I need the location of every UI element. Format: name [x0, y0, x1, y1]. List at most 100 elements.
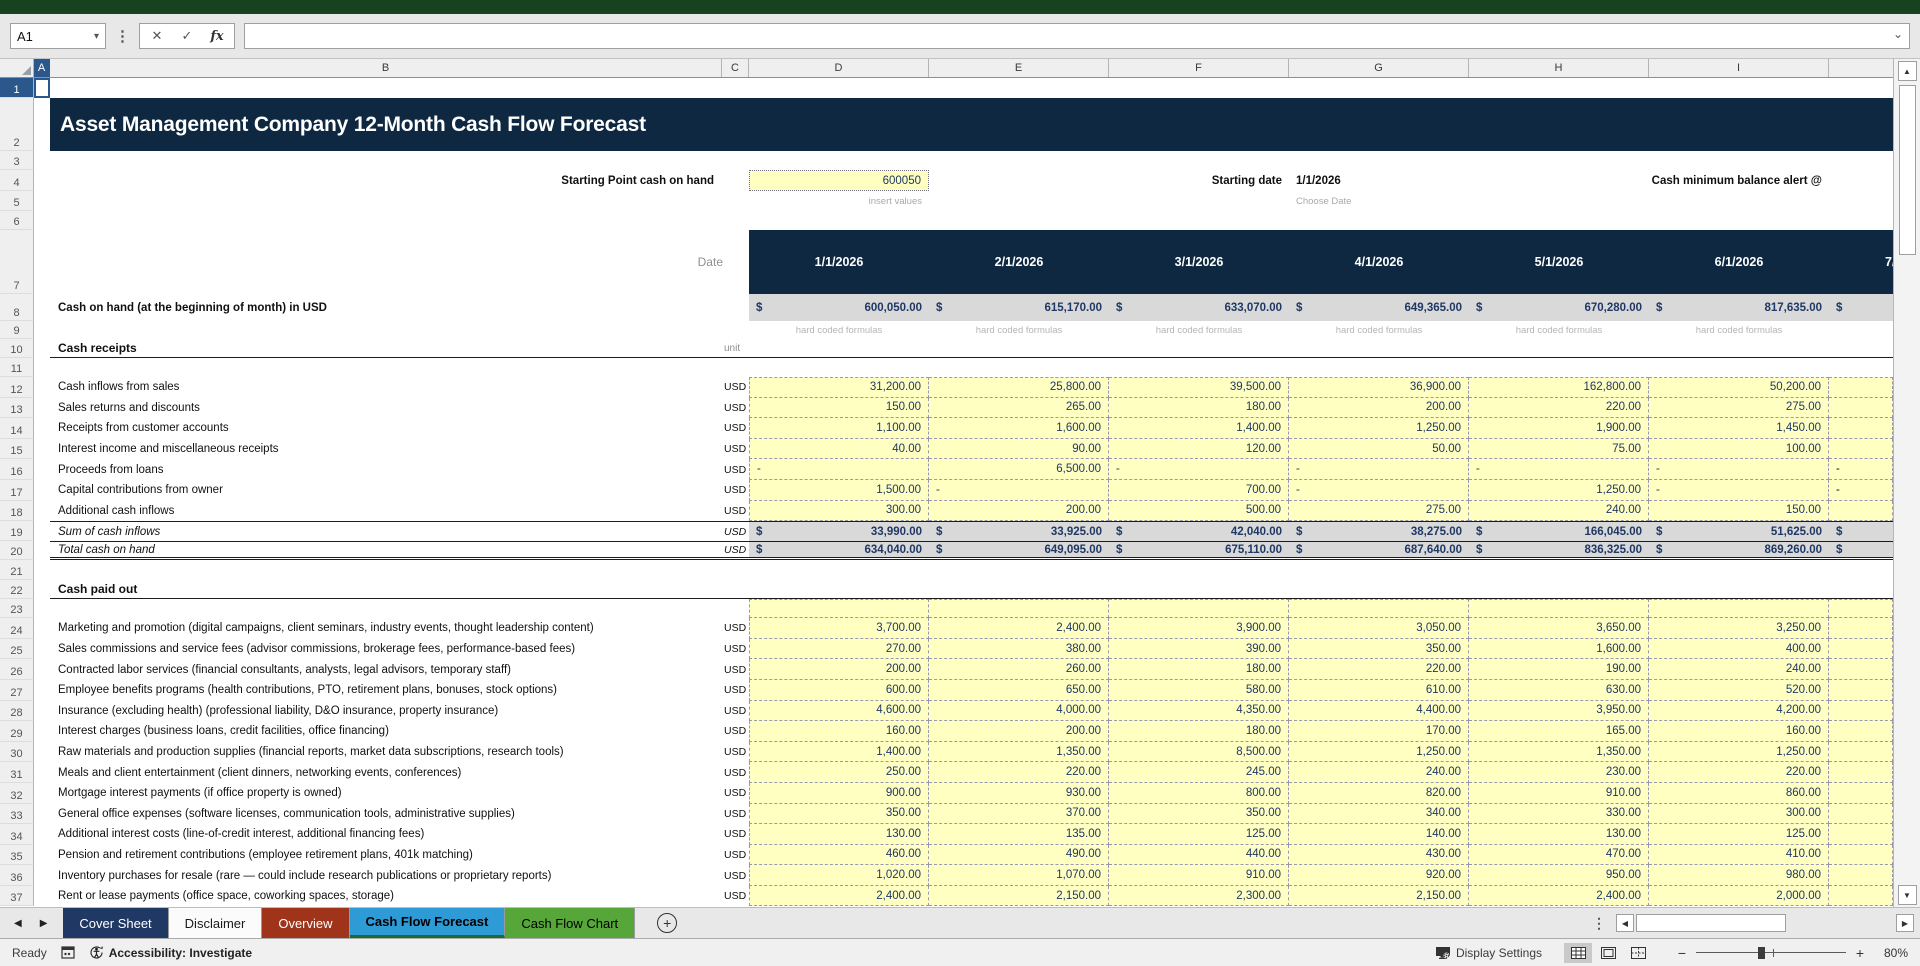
cell-I9[interactable]: hard coded formulas — [1649, 321, 1829, 339]
cell-I12[interactable]: 50,200.00 — [1649, 377, 1829, 398]
cell-J35[interactable] — [1829, 845, 1893, 866]
cell-I17[interactable]: - — [1649, 480, 1829, 501]
cell-C32[interactable]: USD — [722, 783, 749, 804]
row-header-18[interactable]: 18 — [0, 501, 34, 522]
cell-I24[interactable]: 3,250.00 — [1649, 618, 1829, 639]
cell-C30[interactable]: USD — [722, 742, 749, 763]
cell-I18[interactable]: 150.00 — [1649, 501, 1829, 522]
cell-G18[interactable]: 275.00 — [1289, 501, 1469, 522]
cell-B18[interactable]: Additional cash inflows — [50, 501, 722, 522]
cell-A31[interactable] — [34, 762, 50, 783]
cell-J34[interactable] — [1829, 824, 1893, 845]
cell-G36[interactable]: 920.00 — [1289, 865, 1469, 886]
cell-A12[interactable] — [34, 377, 50, 398]
row-header-17[interactable]: 17 — [0, 480, 34, 501]
cell-C18[interactable]: USD — [722, 501, 749, 522]
cell-D14[interactable]: 1,100.00 — [749, 418, 929, 439]
row-header-4[interactable]: 4 — [0, 170, 34, 191]
scroll-down-icon[interactable]: ▼ — [1898, 885, 1917, 905]
vertical-scrollbar[interactable]: ▲ ▼ — [1893, 59, 1920, 907]
cell-E32[interactable]: 930.00 — [929, 783, 1109, 804]
cell-F30[interactable]: 8,500.00 — [1109, 742, 1289, 763]
cell-I7-date[interactable]: 6/1/2026 — [1649, 230, 1829, 294]
cell-C23[interactable] — [722, 599, 749, 618]
tab-overview[interactable]: Overview — [262, 908, 349, 938]
row-header-29[interactable]: 29 — [0, 721, 34, 742]
cell-H12[interactable]: 162,800.00 — [1469, 377, 1649, 398]
cell-E31[interactable]: 220.00 — [929, 762, 1109, 783]
cell-G23[interactable] — [1289, 599, 1469, 618]
cell-E26[interactable]: 260.00 — [929, 659, 1109, 680]
cell-E30[interactable]: 1,350.00 — [929, 742, 1109, 763]
cell-A37[interactable] — [34, 886, 50, 907]
cell-H29[interactable]: 165.00 — [1469, 721, 1649, 742]
cell-G29[interactable]: 170.00 — [1289, 721, 1469, 742]
cell-J23[interactable] — [1829, 599, 1893, 618]
cell-D25[interactable]: 270.00 — [749, 639, 929, 660]
cell-I13[interactable]: 275.00 — [1649, 398, 1829, 419]
cell-F8[interactable]: $633,070.00 — [1109, 294, 1289, 321]
cell-F17[interactable]: 700.00 — [1109, 480, 1289, 501]
cell-A3[interactable] — [34, 151, 50, 170]
cell-I33[interactable]: 300.00 — [1649, 804, 1829, 825]
cell-E17[interactable]: - — [929, 480, 1109, 501]
cell-C12[interactable]: USD — [722, 377, 749, 398]
cell-B34[interactable]: Additional interest costs (line-of-credi… — [50, 824, 722, 845]
cell-E18[interactable]: 200.00 — [929, 501, 1109, 522]
row-header-6[interactable]: 6 — [0, 211, 34, 230]
cell-E23[interactable] — [929, 599, 1109, 618]
cell-C22[interactable] — [722, 580, 749, 598]
cell-G4-starting-date[interactable]: 1/1/2026 — [1289, 170, 1469, 191]
cell-E34[interactable]: 135.00 — [929, 824, 1109, 845]
cell-C19[interactable]: USD — [722, 522, 749, 541]
cell-A11[interactable] — [34, 358, 50, 377]
cell-D8[interactable]: $600,050.00 — [749, 294, 929, 321]
cell-D19[interactable]: $33,990.00 — [749, 522, 929, 541]
cell-D30[interactable]: 1,400.00 — [749, 742, 929, 763]
cell-B28[interactable]: Insurance (excluding health) (profession… — [50, 701, 722, 722]
cell-A28[interactable] — [34, 701, 50, 722]
cell-B9[interactable] — [50, 321, 722, 339]
cell-H15[interactable]: 75.00 — [1469, 439, 1649, 460]
cell-A36[interactable] — [34, 865, 50, 886]
cell-G7-date[interactable]: 4/1/2026 — [1289, 230, 1469, 294]
column-header-G[interactable]: G — [1289, 59, 1469, 77]
cell-H34[interactable]: 130.00 — [1469, 824, 1649, 845]
cell-A25[interactable] — [34, 639, 50, 660]
cell-D5[interactable]: insert values — [749, 191, 929, 211]
cell-B37[interactable]: Rent or lease payments (office space, co… — [50, 886, 722, 907]
cell-G33[interactable]: 340.00 — [1289, 804, 1469, 825]
cell-B33[interactable]: General office expenses (software licens… — [50, 804, 722, 825]
cell-B15[interactable]: Interest income and miscellaneous receip… — [50, 439, 722, 460]
cell-H30[interactable]: 1,350.00 — [1469, 742, 1649, 763]
cell-G8[interactable]: $649,365.00 — [1289, 294, 1469, 321]
new-sheet-button[interactable]: + — [657, 908, 677, 938]
column-header-E[interactable]: E — [929, 59, 1109, 77]
next-sheet-icon[interactable]: ▶ — [40, 918, 48, 929]
cell-B35[interactable]: Pension and retirement contributions (em… — [50, 845, 722, 866]
cell-A23[interactable] — [34, 599, 50, 618]
cell-C35[interactable]: USD — [722, 845, 749, 866]
cell-D26[interactable]: 200.00 — [749, 659, 929, 680]
cell-G13[interactable]: 200.00 — [1289, 398, 1469, 419]
cell-G30[interactable]: 1,250.00 — [1289, 742, 1469, 763]
cell-D23[interactable] — [749, 599, 929, 618]
cell-A1[interactable] — [34, 78, 50, 98]
previous-sheet-icon[interactable]: ◀ — [14, 918, 22, 929]
cell-D9[interactable]: hard coded formulas — [749, 321, 929, 339]
cell-A15[interactable] — [34, 439, 50, 460]
formula-input[interactable]: ⌄ — [244, 23, 1910, 49]
cell-J29[interactable] — [1829, 721, 1893, 742]
cell-G24[interactable]: 3,050.00 — [1289, 618, 1469, 639]
column-header-C[interactable]: C — [722, 59, 749, 77]
column-header-D[interactable]: D — [749, 59, 929, 77]
cell-I37[interactable]: 2,000.00 — [1649, 886, 1829, 907]
cell-E7-date[interactable]: 2/1/2026 — [929, 230, 1109, 294]
cell-G27[interactable]: 610.00 — [1289, 680, 1469, 701]
cell-I31[interactable]: 220.00 — [1649, 762, 1829, 783]
cell-C34[interactable]: USD — [722, 824, 749, 845]
cell-C27[interactable]: USD — [722, 680, 749, 701]
row-header-24[interactable]: 24 — [0, 618, 34, 639]
cell-E33[interactable]: 370.00 — [929, 804, 1109, 825]
row-header-26[interactable]: 26 — [0, 659, 34, 680]
